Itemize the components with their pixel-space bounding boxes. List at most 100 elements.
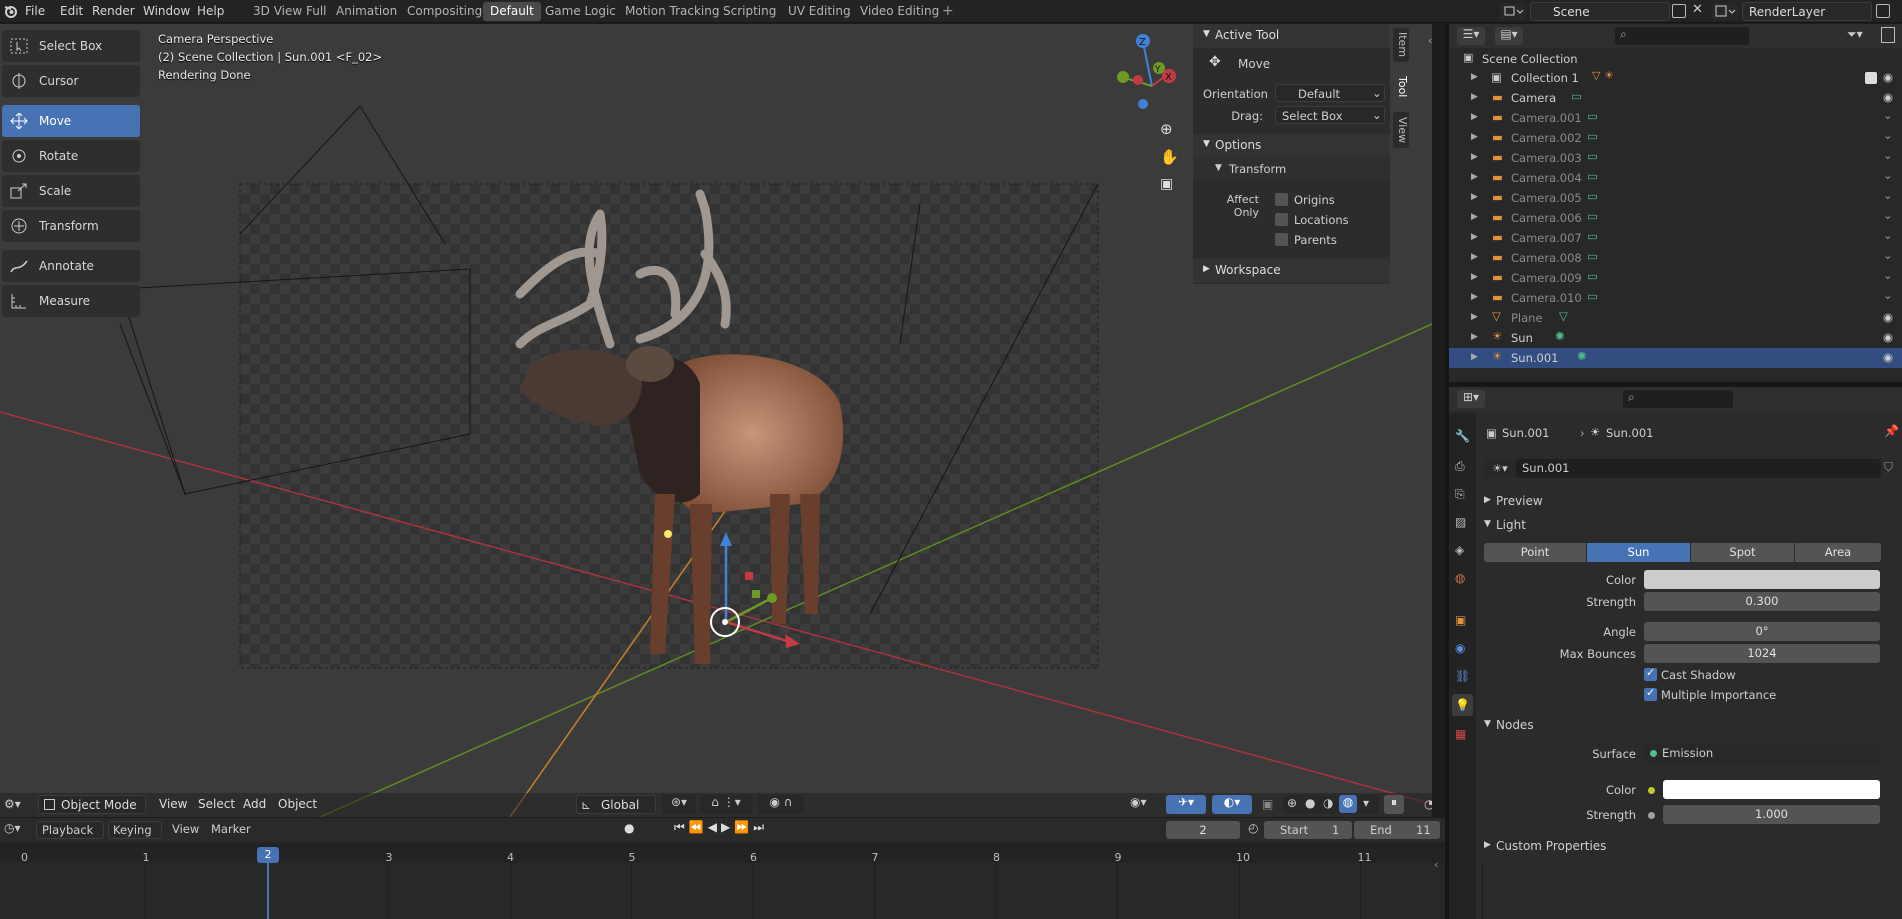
visibility-eye-icon[interactable]: ◉: [1883, 310, 1893, 324]
add-view-layer-icon[interactable]: [1876, 4, 1890, 18]
record-keyframe-icon[interactable]: ●: [624, 821, 634, 835]
expand-arrow-icon[interactable]: ▶: [1471, 312, 1478, 322]
play-icon[interactable]: ▶: [721, 820, 734, 834]
scene-field[interactable]: Scene: [1530, 2, 1670, 21]
playhead-frame-badge[interactable]: 2: [257, 847, 279, 863]
options-header[interactable]: ▼ Options: [1193, 134, 1390, 158]
outliner-row[interactable]: ▶ ▬ Camera.003 ▭ ⌄: [1449, 148, 1902, 168]
gizmo-toggle-icon[interactable]: ✈▾: [1166, 795, 1206, 814]
vp-menu-object[interactable]: Object: [278, 797, 317, 811]
outliner-editor-type-icon[interactable]: ☰▾: [1457, 27, 1485, 45]
outliner-search-input[interactable]: ⌕: [1615, 27, 1749, 45]
camera-data-icon[interactable]: ▭: [1587, 269, 1598, 283]
new-scene-icon[interactable]: [1672, 4, 1686, 18]
locations-checkbox[interactable]: [1275, 213, 1288, 226]
display-mode-icon[interactable]: ▤▾: [1495, 27, 1523, 45]
hidden-eye-icon[interactable]: ⌄: [1883, 188, 1893, 202]
fake-user-shield-icon[interactable]: ⛉: [1884, 460, 1893, 475]
rendered-shading-icon[interactable]: ◍: [1339, 795, 1357, 813]
snap-icon[interactable]: ⌂ ⋮▾: [700, 795, 752, 814]
orientation-dropdown[interactable]: Default ⌄: [1275, 84, 1385, 102]
hidden-eye-icon[interactable]: ⌄: [1883, 288, 1893, 302]
parents-checkbox[interactable]: [1275, 233, 1288, 246]
emission-color-swatch[interactable]: [1663, 780, 1880, 799]
render-tab-icon[interactable]: ⎙: [1455, 459, 1465, 474]
tab-motion-tracking[interactable]: Motion Tracking: [618, 2, 726, 21]
editor-type-icon[interactable]: ⚙▾: [4, 797, 30, 813]
custom-properties-header[interactable]: ▶ Custom Properties: [1484, 837, 1902, 857]
expand-arrow-icon[interactable]: ▶: [1471, 332, 1478, 342]
menu-file[interactable]: File: [25, 3, 45, 20]
visibility-eye-icon[interactable]: ◉: [1883, 90, 1893, 104]
tool-transform[interactable]: Transform: [2, 210, 140, 242]
overlay-toggle-icon[interactable]: ◐▾: [1212, 795, 1252, 814]
timeline-menu-view[interactable]: View: [172, 822, 199, 836]
wireframe-shading-icon[interactable]: ⊕: [1287, 796, 1297, 810]
angle-field[interactable]: 0°: [1644, 622, 1880, 641]
outliner-row[interactable]: ▶ ▬ Camera.005 ▭ ⌄: [1449, 188, 1902, 208]
outliner-row[interactable]: ▶ ▬ Camera.002 ▭ ⌄: [1449, 128, 1902, 148]
expand-arrow-icon[interactable]: ▶: [1471, 172, 1478, 182]
menu-window[interactable]: Window: [143, 3, 190, 20]
end-frame-field[interactable]: End 11: [1354, 821, 1440, 839]
blender-logo-icon[interactable]: [3, 3, 19, 19]
outliner-row[interactable]: ▶ ☀ Sun ✺ ◉: [1449, 328, 1902, 348]
outliner-row[interactable]: ▶ ▬ Camera.006 ▭ ⌄: [1449, 208, 1902, 228]
prev-keyframe-icon[interactable]: ⏪: [689, 820, 708, 834]
delete-scene-icon[interactable]: ✕: [1692, 2, 1703, 17]
timeline-editor-type-icon[interactable]: ◷▾: [4, 821, 21, 835]
zoom-icon[interactable]: ⊕: [1160, 120, 1173, 138]
shading-modes[interactable]: ⊕ ● ◑ ◍ ▾: [1283, 795, 1379, 814]
light-data-tab-icon[interactable]: 💡: [1452, 694, 1473, 716]
material-shading-icon[interactable]: ◑: [1323, 796, 1333, 810]
outliner-row[interactable]: ▶ ▬ Camera.001 ▭ ⌄: [1449, 108, 1902, 128]
outliner-row[interactable]: ▶ ▬ Camera ▭ ◉: [1449, 88, 1902, 108]
expand-arrow-icon[interactable]: ▶: [1471, 152, 1478, 162]
start-frame-field[interactable]: Start 1: [1264, 821, 1352, 839]
vp-menu-select[interactable]: Select: [198, 797, 235, 811]
hidden-eye-icon[interactable]: ⌄: [1883, 268, 1893, 282]
tab-3d-view-full[interactable]: 3D View Full: [246, 2, 334, 21]
light-strength-field[interactable]: 0.300: [1644, 592, 1880, 611]
play-reverse-icon[interactable]: ◀: [708, 820, 721, 834]
mesh-data-icon[interactable]: ▽: [1559, 309, 1568, 323]
tool-rotate[interactable]: Rotate: [2, 140, 140, 172]
light-type-spot[interactable]: Spot: [1691, 543, 1794, 562]
tool-cursor[interactable]: Cursor: [2, 65, 140, 97]
hidden-eye-icon[interactable]: ⌄: [1883, 128, 1893, 142]
light-data-browse-icon[interactable]: ☀▾: [1484, 459, 1516, 478]
current-frame-field[interactable]: 2: [1166, 821, 1240, 839]
visibility-eye-icon[interactable]: ◉: [1883, 70, 1893, 84]
pan-hand-icon[interactable]: ✋: [1160, 148, 1179, 166]
camera-data-icon[interactable]: ▭: [1587, 229, 1598, 243]
camera-view-icon[interactable]: ▣: [1160, 176, 1173, 192]
light-type-sun[interactable]: Sun: [1587, 543, 1690, 562]
output-tab-icon[interactable]: ⎘: [1455, 487, 1465, 502]
light-data-name-field[interactable]: Sun.001: [1516, 459, 1881, 478]
view-layer-tab-icon[interactable]: ▨: [1455, 515, 1466, 529]
pause-render-icon[interactable]: ⏸: [1384, 795, 1404, 814]
scene-selector-icon[interactable]: [1500, 3, 1526, 20]
expand-arrow-icon[interactable]: ▶: [1471, 72, 1478, 82]
tool-move[interactable]: Move: [2, 105, 140, 137]
outliner-row[interactable]: ▶ ▬ Camera.008 ▭ ⌄: [1449, 248, 1902, 268]
tab-uv-editing[interactable]: UV Editing: [781, 2, 858, 21]
light-panel-header[interactable]: ▼ Light: [1484, 516, 1902, 536]
tab-animation[interactable]: Animation: [329, 2, 404, 21]
tab-scripting[interactable]: Scripting: [716, 2, 783, 21]
tool-measure[interactable]: Measure: [2, 285, 140, 317]
camera-data-icon[interactable]: ▭: [1587, 249, 1598, 263]
new-collection-icon[interactable]: [1881, 27, 1895, 43]
preview-range-clock-icon[interactable]: ◴: [1248, 821, 1258, 835]
origins-checkbox[interactable]: [1275, 193, 1288, 206]
visibility-icon[interactable]: ◉▾: [1130, 795, 1170, 814]
camera-data-icon[interactable]: ▭: [1587, 149, 1598, 163]
next-keyframe-icon[interactable]: ⏩: [734, 820, 753, 834]
tab-item[interactable]: Item: [1393, 28, 1409, 62]
transform-orientation-dropdown[interactable]: ⊾ Global: [576, 795, 656, 814]
world-tab-icon[interactable]: ◍: [1455, 571, 1465, 585]
tab-compositing[interactable]: Compositing: [400, 2, 489, 21]
multiple-importance-checkbox[interactable]: ✓: [1644, 686, 1657, 701]
hidden-eye-icon[interactable]: ⌄: [1883, 168, 1893, 182]
filter-icon[interactable]: ⏷▾: [1847, 27, 1863, 42]
